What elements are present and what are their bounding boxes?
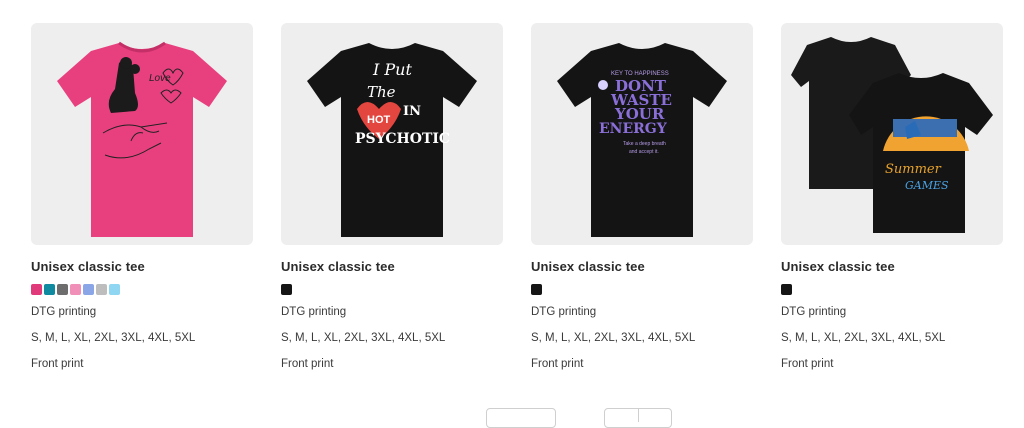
color-swatch[interactable] [83,284,94,295]
printing-method: DTG printing [531,306,597,318]
print-location: Front print [31,358,84,370]
color-swatch[interactable] [281,284,292,295]
product-card[interactable]: I Put The HOT IN PSYCHOTIC Unisex classi… [281,23,503,370]
available-sizes: S, M, L, XL, 2XL, 3XL, 4XL, 5XL [781,332,946,344]
color-swatches [781,284,792,295]
color-swatch[interactable] [70,284,81,295]
printing-method: DTG printing [281,306,347,318]
available-sizes: S, M, L, XL, 2XL, 3XL, 4XL, 5XL [531,332,696,344]
product-image[interactable]: Summer GAMES [781,23,1003,245]
design-text: Take a deep breath [623,141,666,147]
product-card[interactable]: KEY TO HAPPINESS DONT WASTE YOUR ENERGY … [531,23,753,370]
color-swatches [531,284,542,295]
print-location: Front print [281,358,334,370]
printing-method: DTG printing [781,306,847,318]
color-swatch[interactable] [781,284,792,295]
available-sizes: S, M, L, XL, 2XL, 3XL, 4XL, 5XL [281,332,446,344]
design-text: GAMES [905,179,949,192]
design-text: PSYCHOTIC [355,131,450,147]
tshirt-black-image: I Put The HOT IN PSYCHOTIC [307,43,477,237]
design-text: The [367,83,396,101]
product-title[interactable]: Unisex classic tee [531,259,645,274]
product-title[interactable]: Unisex classic tee [281,259,395,274]
design-text: I Put [372,60,412,79]
product-image[interactable]: Love [31,23,253,245]
design-text: IN [403,104,421,119]
color-swatch[interactable] [44,284,55,295]
product-card[interactable]: Love Unisex classic tee DTG printing S, … [31,23,253,370]
printing-method: DTG printing [31,306,97,318]
color-swatch[interactable] [57,284,68,295]
available-sizes: S, M, L, XL, 2XL, 3XL, 4XL, 5XL [31,332,196,344]
product-image[interactable]: I Put The HOT IN PSYCHOTIC [281,23,503,245]
tshirt-black-front-back-image: Summer GAMES [791,37,993,233]
color-swatches [31,284,120,295]
design-text: and accept it. [629,149,659,155]
product-title[interactable]: Unisex classic tee [781,259,895,274]
color-swatches [281,284,292,295]
print-location: Front print [531,358,584,370]
design-text: Love [149,73,171,84]
product-grid: Love Unisex classic tee DTG printing S, … [31,23,1006,383]
color-swatch[interactable] [531,284,542,295]
design-text: ENERGY [599,121,668,137]
color-swatch[interactable] [109,284,120,295]
color-swatch[interactable] [31,284,42,295]
color-swatch[interactable] [96,284,107,295]
print-location: Front print [781,358,834,370]
design-text: Summer [885,162,942,177]
product-title[interactable]: Unisex classic tee [31,259,145,274]
design-text: HOT [367,114,391,126]
pagination-divider [638,408,639,422]
tshirt-pink-image: Love [57,41,227,237]
product-image[interactable]: KEY TO HAPPINESS DONT WASTE YOUR ENERGY … [531,23,753,245]
pagination-button[interactable] [486,408,556,428]
tshirt-black-image: KEY TO HAPPINESS DONT WASTE YOUR ENERGY … [557,43,727,237]
product-card[interactable]: Summer GAMES Unisex classic tee DTG prin… [781,23,1003,370]
